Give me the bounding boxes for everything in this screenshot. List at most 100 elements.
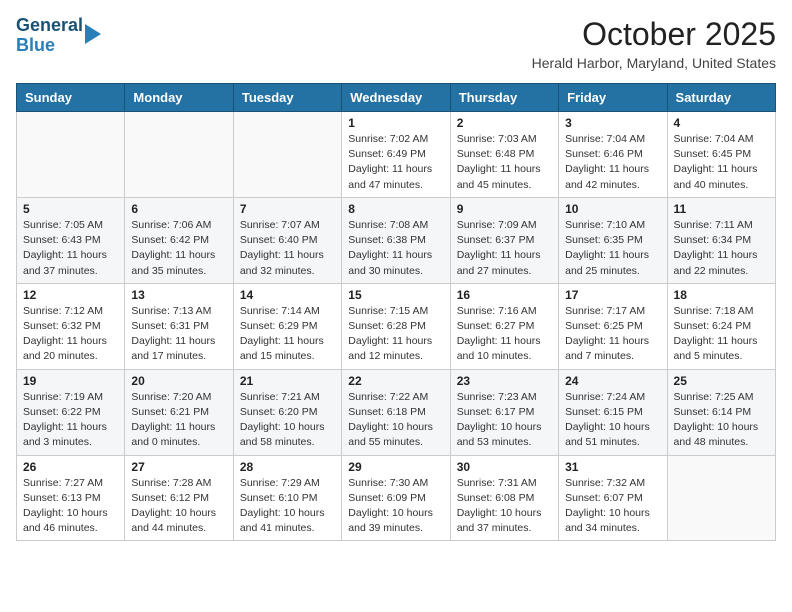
calendar-day-cell: 27Sunrise: 7:28 AM Sunset: 6:12 PM Dayli… [125,455,233,541]
calendar-day-cell: 18 Sunrise: 7:18 AM Sunset: 6:24 PM Dayli… [667,283,775,369]
calendar-table: SundayMondayTuesdayWednesdayThursdayFrid… [16,83,776,541]
day-info: Sunrise: 7:31 AM Sunset: 6:08 PM Dayligh… [457,476,552,537]
calendar-day-cell [125,112,233,198]
calendar-week-row: 19Sunrise: 7:19 AM Sunset: 6:22 PM Dayli… [17,369,776,455]
calendar-day-header: Thursday [450,84,558,112]
day-number: 6 [131,202,226,216]
calendar-day-cell: 15 Sunrise: 7:15 AM Sunset: 6:28 PM Dayli… [342,283,450,369]
logo-text: GeneralBlue [16,16,83,56]
logo-arrow-icon [85,24,101,44]
calendar-day-cell [233,112,341,198]
day-number: 27 [131,460,226,474]
calendar-day-cell: 13 Sunrise: 7:13 AM Sunset: 6:31 PM Dayli… [125,283,233,369]
day-number: 21 [240,374,335,388]
day-number: 18 [674,288,769,302]
calendar-week-row: 1 Sunrise: 7:02 AM Sunset: 6:49 PM Daylig… [17,112,776,198]
day-number: 3 [565,116,660,130]
day-number: 5 [23,202,118,216]
calendar-day-cell: 26Sunrise: 7:27 AM Sunset: 6:13 PM Dayli… [17,455,125,541]
day-info: Sunrise: 7:17 AM Sunset: 6:25 PM Dayligh… [565,304,660,365]
calendar-day-cell: 21 Sunrise: 7:21 AM Sunset: 6:20 PM Dayli… [233,369,341,455]
day-info: Sunrise: 7:23 AM Sunset: 6:17 PM Dayligh… [457,390,552,451]
calendar-day-cell: 2Sunrise: 7:03 AM Sunset: 6:48 PM Daylig… [450,112,558,198]
day-info: Sunrise: 7:27 AM Sunset: 6:13 PM Dayligh… [23,476,118,537]
day-number: 8 [348,202,443,216]
day-number: 11 [674,202,769,216]
title-section: October 2025 Herald Harbor, Maryland, Un… [532,16,776,71]
day-info: Sunrise: 7:18 AM Sunset: 6:24 PM Dayligh… [674,304,769,365]
day-number: 17 [565,288,660,302]
day-number: 7 [240,202,335,216]
calendar-day-cell: 1 Sunrise: 7:02 AM Sunset: 6:49 PM Daylig… [342,112,450,198]
calendar-day-cell: 11 Sunrise: 7:11 AM Sunset: 6:34 PM Dayli… [667,197,775,283]
day-info: Sunrise: 7:14 AM Sunset: 6:29 PM Dayligh… [240,304,335,365]
calendar-day-cell: 24 Sunrise: 7:24 AM Sunset: 6:15 PM Dayli… [559,369,667,455]
calendar-header-row: SundayMondayTuesdayWednesdayThursdayFrid… [17,84,776,112]
day-info: Sunrise: 7:15 AM Sunset: 6:28 PM Dayligh… [348,304,443,365]
calendar-day-cell: 28Sunrise: 7:29 AM Sunset: 6:10 PM Dayli… [233,455,341,541]
day-number: 4 [674,116,769,130]
day-info: Sunrise: 7:05 AM Sunset: 6:43 PM Dayligh… [23,218,118,279]
day-info: Sunrise: 7:16 AM Sunset: 6:27 PM Dayligh… [457,304,552,365]
calendar-day-header: Monday [125,84,233,112]
calendar-day-cell [667,455,775,541]
calendar-day-cell: 4 Sunrise: 7:04 AM Sunset: 6:45 PM Daylig… [667,112,775,198]
calendar-day-header: Wednesday [342,84,450,112]
day-number: 16 [457,288,552,302]
day-number: 15 [348,288,443,302]
location-subtitle: Herald Harbor, Maryland, United States [532,55,776,71]
calendar-day-cell: 10Sunrise: 7:10 AM Sunset: 6:35 PM Dayli… [559,197,667,283]
day-info: Sunrise: 7:09 AM Sunset: 6:37 PM Dayligh… [457,218,552,279]
day-number: 12 [23,288,118,302]
day-number: 13 [131,288,226,302]
calendar-day-cell: 9 Sunrise: 7:09 AM Sunset: 6:37 PM Daylig… [450,197,558,283]
day-number: 1 [348,116,443,130]
calendar-day-cell: 5 Sunrise: 7:05 AM Sunset: 6:43 PM Daylig… [17,197,125,283]
day-info: Sunrise: 7:19 AM Sunset: 6:22 PM Dayligh… [23,390,118,451]
calendar-day-cell: 23Sunrise: 7:23 AM Sunset: 6:17 PM Dayli… [450,369,558,455]
day-info: Sunrise: 7:03 AM Sunset: 6:48 PM Dayligh… [457,132,552,193]
calendar-day-cell: 29Sunrise: 7:30 AM Sunset: 6:09 PM Dayli… [342,455,450,541]
calendar-day-cell: 12 Sunrise: 7:12 AM Sunset: 6:32 PM Dayli… [17,283,125,369]
day-info: Sunrise: 7:24 AM Sunset: 6:15 PM Dayligh… [565,390,660,451]
day-number: 28 [240,460,335,474]
day-number: 9 [457,202,552,216]
day-info: Sunrise: 7:12 AM Sunset: 6:32 PM Dayligh… [23,304,118,365]
day-info: Sunrise: 7:21 AM Sunset: 6:20 PM Dayligh… [240,390,335,451]
page-header: GeneralBlue October 2025 Herald Harbor, … [16,16,776,71]
calendar-day-header: Friday [559,84,667,112]
day-info: Sunrise: 7:32 AM Sunset: 6:07 PM Dayligh… [565,476,660,537]
day-info: Sunrise: 7:13 AM Sunset: 6:31 PM Dayligh… [131,304,226,365]
calendar-day-cell: 8Sunrise: 7:08 AM Sunset: 6:38 PM Daylig… [342,197,450,283]
day-info: Sunrise: 7:02 AM Sunset: 6:49 PM Dayligh… [348,132,443,193]
day-number: 25 [674,374,769,388]
day-number: 14 [240,288,335,302]
logo: GeneralBlue [16,16,101,56]
day-info: Sunrise: 7:20 AM Sunset: 6:21 PM Dayligh… [131,390,226,451]
calendar-day-cell: 31 Sunrise: 7:32 AM Sunset: 6:07 PM Dayli… [559,455,667,541]
day-info: Sunrise: 7:30 AM Sunset: 6:09 PM Dayligh… [348,476,443,537]
day-info: Sunrise: 7:11 AM Sunset: 6:34 PM Dayligh… [674,218,769,279]
calendar-day-cell: 14 Sunrise: 7:14 AM Sunset: 6:29 PM Dayli… [233,283,341,369]
calendar-day-cell: 17 Sunrise: 7:17 AM Sunset: 6:25 PM Dayli… [559,283,667,369]
day-number: 31 [565,460,660,474]
day-number: 24 [565,374,660,388]
calendar-day-cell: 30 Sunrise: 7:31 AM Sunset: 6:08 PM Dayli… [450,455,558,541]
day-info: Sunrise: 7:04 AM Sunset: 6:45 PM Dayligh… [674,132,769,193]
day-number: 30 [457,460,552,474]
day-info: Sunrise: 7:06 AM Sunset: 6:42 PM Dayligh… [131,218,226,279]
day-number: 20 [131,374,226,388]
calendar-day-cell: 7 Sunrise: 7:07 AM Sunset: 6:40 PM Daylig… [233,197,341,283]
calendar-day-cell: 6 Sunrise: 7:06 AM Sunset: 6:42 PM Daylig… [125,197,233,283]
day-info: Sunrise: 7:07 AM Sunset: 6:40 PM Dayligh… [240,218,335,279]
day-info: Sunrise: 7:25 AM Sunset: 6:14 PM Dayligh… [674,390,769,451]
calendar-day-cell: 19Sunrise: 7:19 AM Sunset: 6:22 PM Dayli… [17,369,125,455]
calendar-week-row: 26Sunrise: 7:27 AM Sunset: 6:13 PM Dayli… [17,455,776,541]
calendar-day-header: Sunday [17,84,125,112]
calendar-day-cell: 25 Sunrise: 7:25 AM Sunset: 6:14 PM Dayli… [667,369,775,455]
calendar-day-cell: 22Sunrise: 7:22 AM Sunset: 6:18 PM Dayli… [342,369,450,455]
month-year-title: October 2025 [532,16,776,53]
calendar-day-cell: 3Sunrise: 7:04 AM Sunset: 6:46 PM Daylig… [559,112,667,198]
calendar-day-cell [17,112,125,198]
calendar-day-cell: 16 Sunrise: 7:16 AM Sunset: 6:27 PM Dayli… [450,283,558,369]
